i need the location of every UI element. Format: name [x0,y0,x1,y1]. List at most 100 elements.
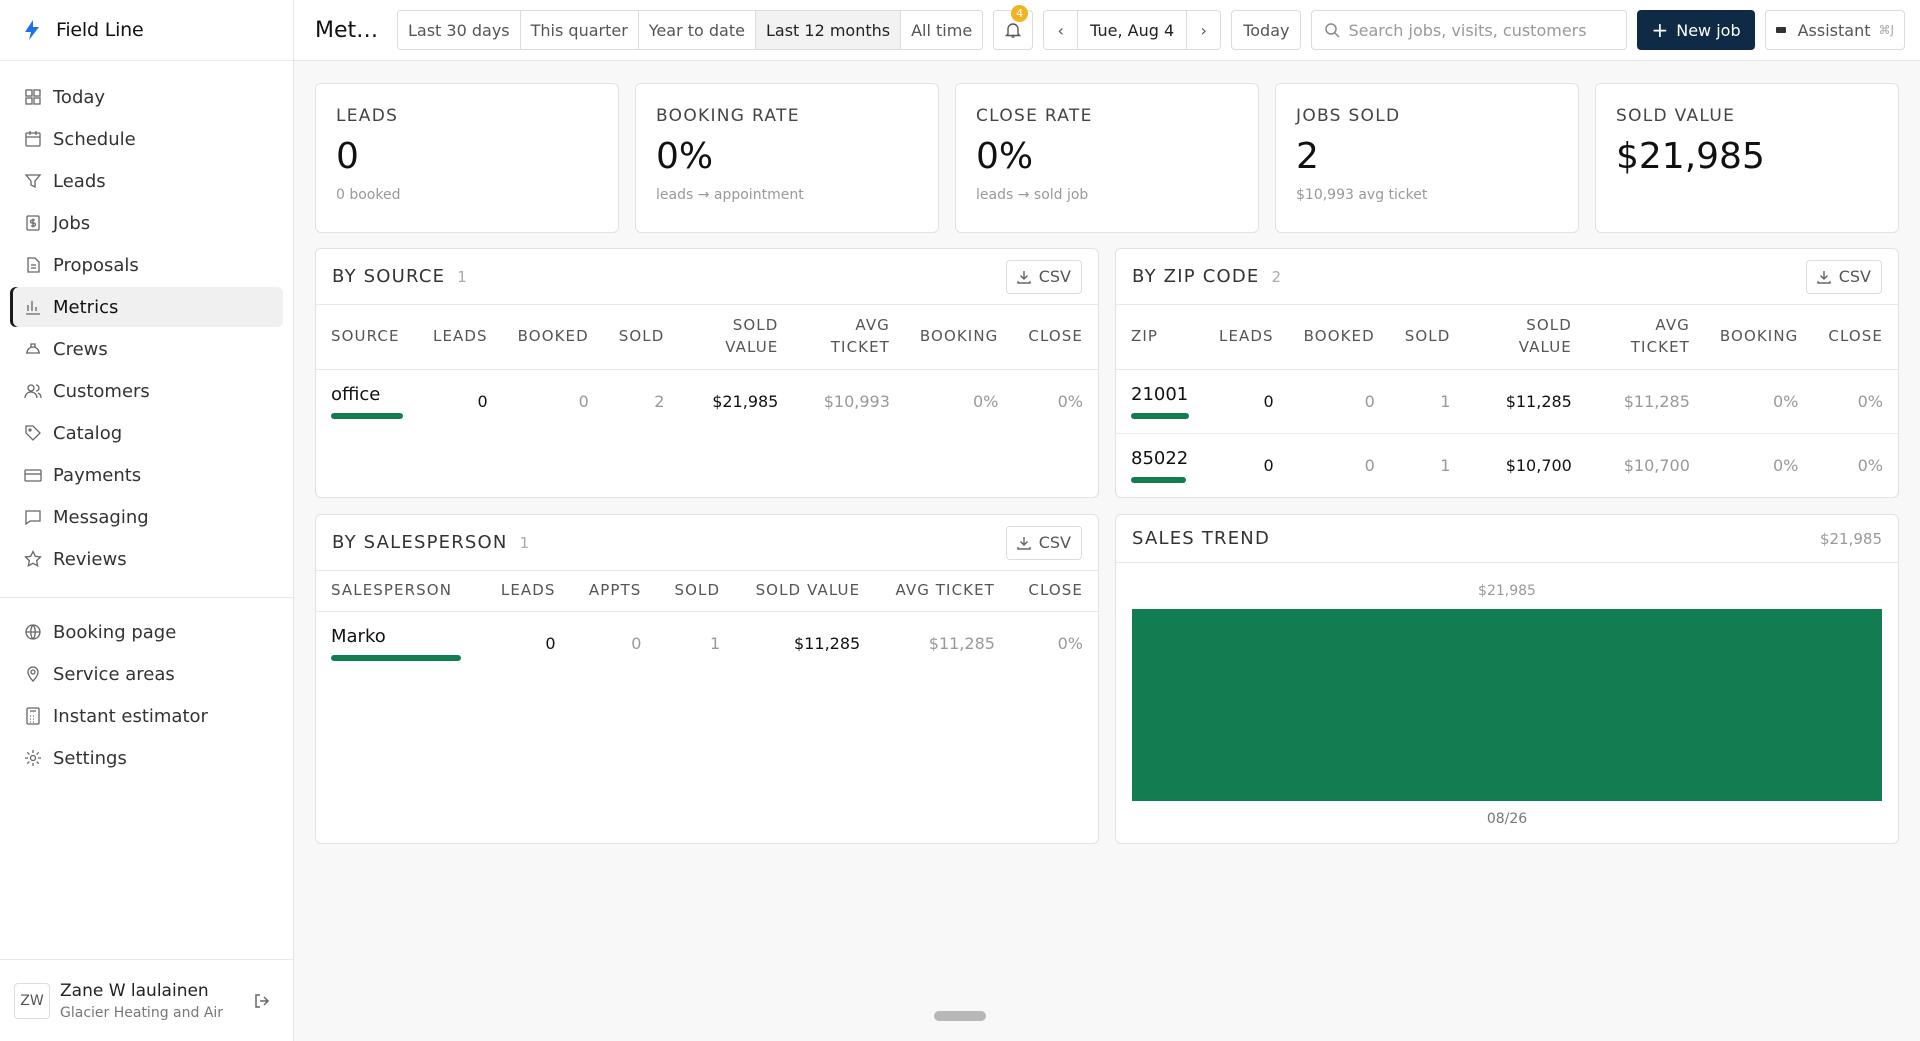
sidebar-item-metrics[interactable]: Metrics [10,287,283,327]
table-cell: 1 [1389,369,1466,434]
new-job-button[interactable]: + New job [1637,10,1755,50]
sidebar-item-settings[interactable]: Settings [10,738,283,778]
table-cell: 0% [1704,369,1814,434]
sidebar-item-instant-estimator[interactable]: Instant estimator [10,696,283,736]
bell-icon [1004,23,1022,38]
sidebar-item-label: Reviews [53,548,127,570]
current-date[interactable]: Tue, Aug 4 [1078,11,1186,49]
dollar-doc-icon [24,214,42,232]
panel-count: 1 [457,267,467,286]
trend-chart: $21,985 [1132,583,1882,801]
kpi-label: LEADS [336,106,399,126]
logout-icon[interactable] [253,992,271,1014]
search-input[interactable] [1348,20,1609,40]
share-bar [331,412,403,419]
funnel-icon [24,172,42,190]
sidebar-item-reviews[interactable]: Reviews [10,539,283,579]
calculator-icon [24,707,42,725]
today-button[interactable]: Today [1231,10,1302,50]
scroll-handle[interactable] [934,1011,986,1021]
column-header[interactable]: SOLD [603,305,680,370]
csv-export-button[interactable]: CSV [1005,259,1082,294]
column-header[interactable]: ZIP [1116,305,1204,370]
column-header[interactable]: LEADS [482,571,571,612]
table-cell: 0% [1857,455,1883,475]
column-header[interactable]: LEADS [1204,305,1289,370]
sales-trend-panel: SALES TREND $21,985 $21,985 08/26 [1115,514,1899,844]
column-header[interactable]: SOLD VALUE [679,305,794,370]
column-header[interactable]: BOOKED [1288,305,1390,370]
table-cell: $21,985 [712,391,779,411]
assistant-shortcut: ⌘J [1878,23,1895,37]
sidebar-item-crews[interactable]: Crews [10,329,283,369]
csv-export-button[interactable]: CSV [1005,525,1082,560]
sidebar-item-payments[interactable]: Payments [10,455,283,495]
column-header[interactable]: SALESPERSON [316,571,483,612]
kpi-label: JOBS SOLD [1296,106,1401,126]
search-box[interactable] [1311,10,1628,50]
table-row[interactable]: 85022 0 0 1 $10,700 $10,700 0% 0% [1116,433,1898,497]
csv-export-button[interactable]: CSV [1805,259,1882,294]
sidebar-item-label: Metrics [53,296,119,318]
column-header[interactable]: BOOKING [904,305,1014,370]
secondary-nav: Booking page Service areas Instant estimat… [0,612,293,778]
column-header[interactable]: SOLD [656,571,736,612]
brand[interactable]: Field Line [0,0,293,61]
sidebar-item-booking-page[interactable]: Booking page [10,612,283,652]
by-zip-table: ZIP LEADS BOOKED SOLD SOLD VALUE AVG TICKET BO… [1116,305,1898,497]
calendar-icon [24,130,42,148]
range-year-to-date[interactable]: Year to date [638,11,756,49]
panel-title: BY ZIP CODE [1132,266,1260,287]
column-header[interactable]: SOLD VALUE [1465,305,1587,370]
assistant-button[interactable]: Assistant ⌘J [1764,10,1906,50]
table-row[interactable]: Marko 0 0 1 $11,285 $11,285 0% [316,611,1098,675]
sidebar-item-schedule[interactable]: Schedule [10,119,283,159]
sidebar-item-customers[interactable]: Customers [10,371,283,411]
sidebar-item-service-areas[interactable]: Service areas [10,654,283,694]
sidebar-item-today[interactable]: Today [10,77,283,117]
sidebar-item-proposals[interactable]: Proposals [10,245,283,285]
sidebar-item-label: Leads [53,170,106,192]
table-cell: 0% [1772,455,1799,475]
star-icon [24,550,42,568]
tag-icon [24,424,42,442]
column-header[interactable]: SOLD [1389,305,1466,370]
column-header[interactable]: CLOSE [1009,571,1098,612]
sidebar-item-leads[interactable]: Leads [10,161,283,201]
sidebar-item-label: Payments [53,464,142,486]
column-header[interactable]: AVG TICKET [793,305,905,370]
column-header[interactable]: BOOKED [502,305,604,370]
map-pin-icon [24,665,42,683]
range-all-time[interactable]: All time [901,11,983,49]
sidebar-item-messaging[interactable]: Messaging [10,497,283,537]
kpi-value: 2 [1296,136,1319,177]
chevron-right-icon[interactable]: › [1186,11,1220,49]
column-header[interactable]: AVG TICKET [875,571,1010,612]
column-header[interactable]: APPTS [570,571,657,612]
range-last-12-months[interactable]: Last 12 months [755,11,902,49]
bar-chart-icon [24,298,42,316]
column-header[interactable]: CLOSE [1813,305,1898,370]
sidebar-item-catalog[interactable]: Catalog [10,413,283,453]
sidebar-item-label: Schedule [53,128,136,150]
sidebar-item-jobs[interactable]: Jobs [10,203,283,243]
chevron-left-icon[interactable]: ‹ [1044,11,1079,49]
search-icon [1325,23,1340,38]
column-header[interactable]: BOOKING [1704,305,1814,370]
column-header[interactable]: CLOSE [1013,305,1098,370]
sidebar-item-label: Booking page [53,621,177,643]
column-header[interactable]: SOLD VALUE [735,571,876,612]
by-source-panel: BY SOURCE 1 CSV SOURCE LEADS BOOKED SOLD SOL… [315,248,1099,498]
range-last-30-days[interactable]: Last 30 days [398,11,521,49]
column-header[interactable]: AVG TICKET [1586,305,1705,370]
column-header[interactable]: SOURCE [316,305,418,370]
table-cell: 0% [1057,391,1083,411]
range-this-quarter[interactable]: This quarter [520,11,639,49]
table-row[interactable]: 21001 0 0 1 $11,285 $11,285 0% 0% [1116,369,1898,434]
kpi-label: CLOSE RATE [976,106,1093,126]
trend-bar[interactable] [1132,609,1882,801]
user-profile[interactable]: ZW Zane W laulainen Glacier Heating and … [0,959,293,1041]
column-header[interactable]: LEADS [418,305,503,370]
notifications-button[interactable]: 4 [993,5,1034,50]
table-row[interactable]: office 0 0 2 $21,985 $10,993 0% 0% [316,369,1098,433]
